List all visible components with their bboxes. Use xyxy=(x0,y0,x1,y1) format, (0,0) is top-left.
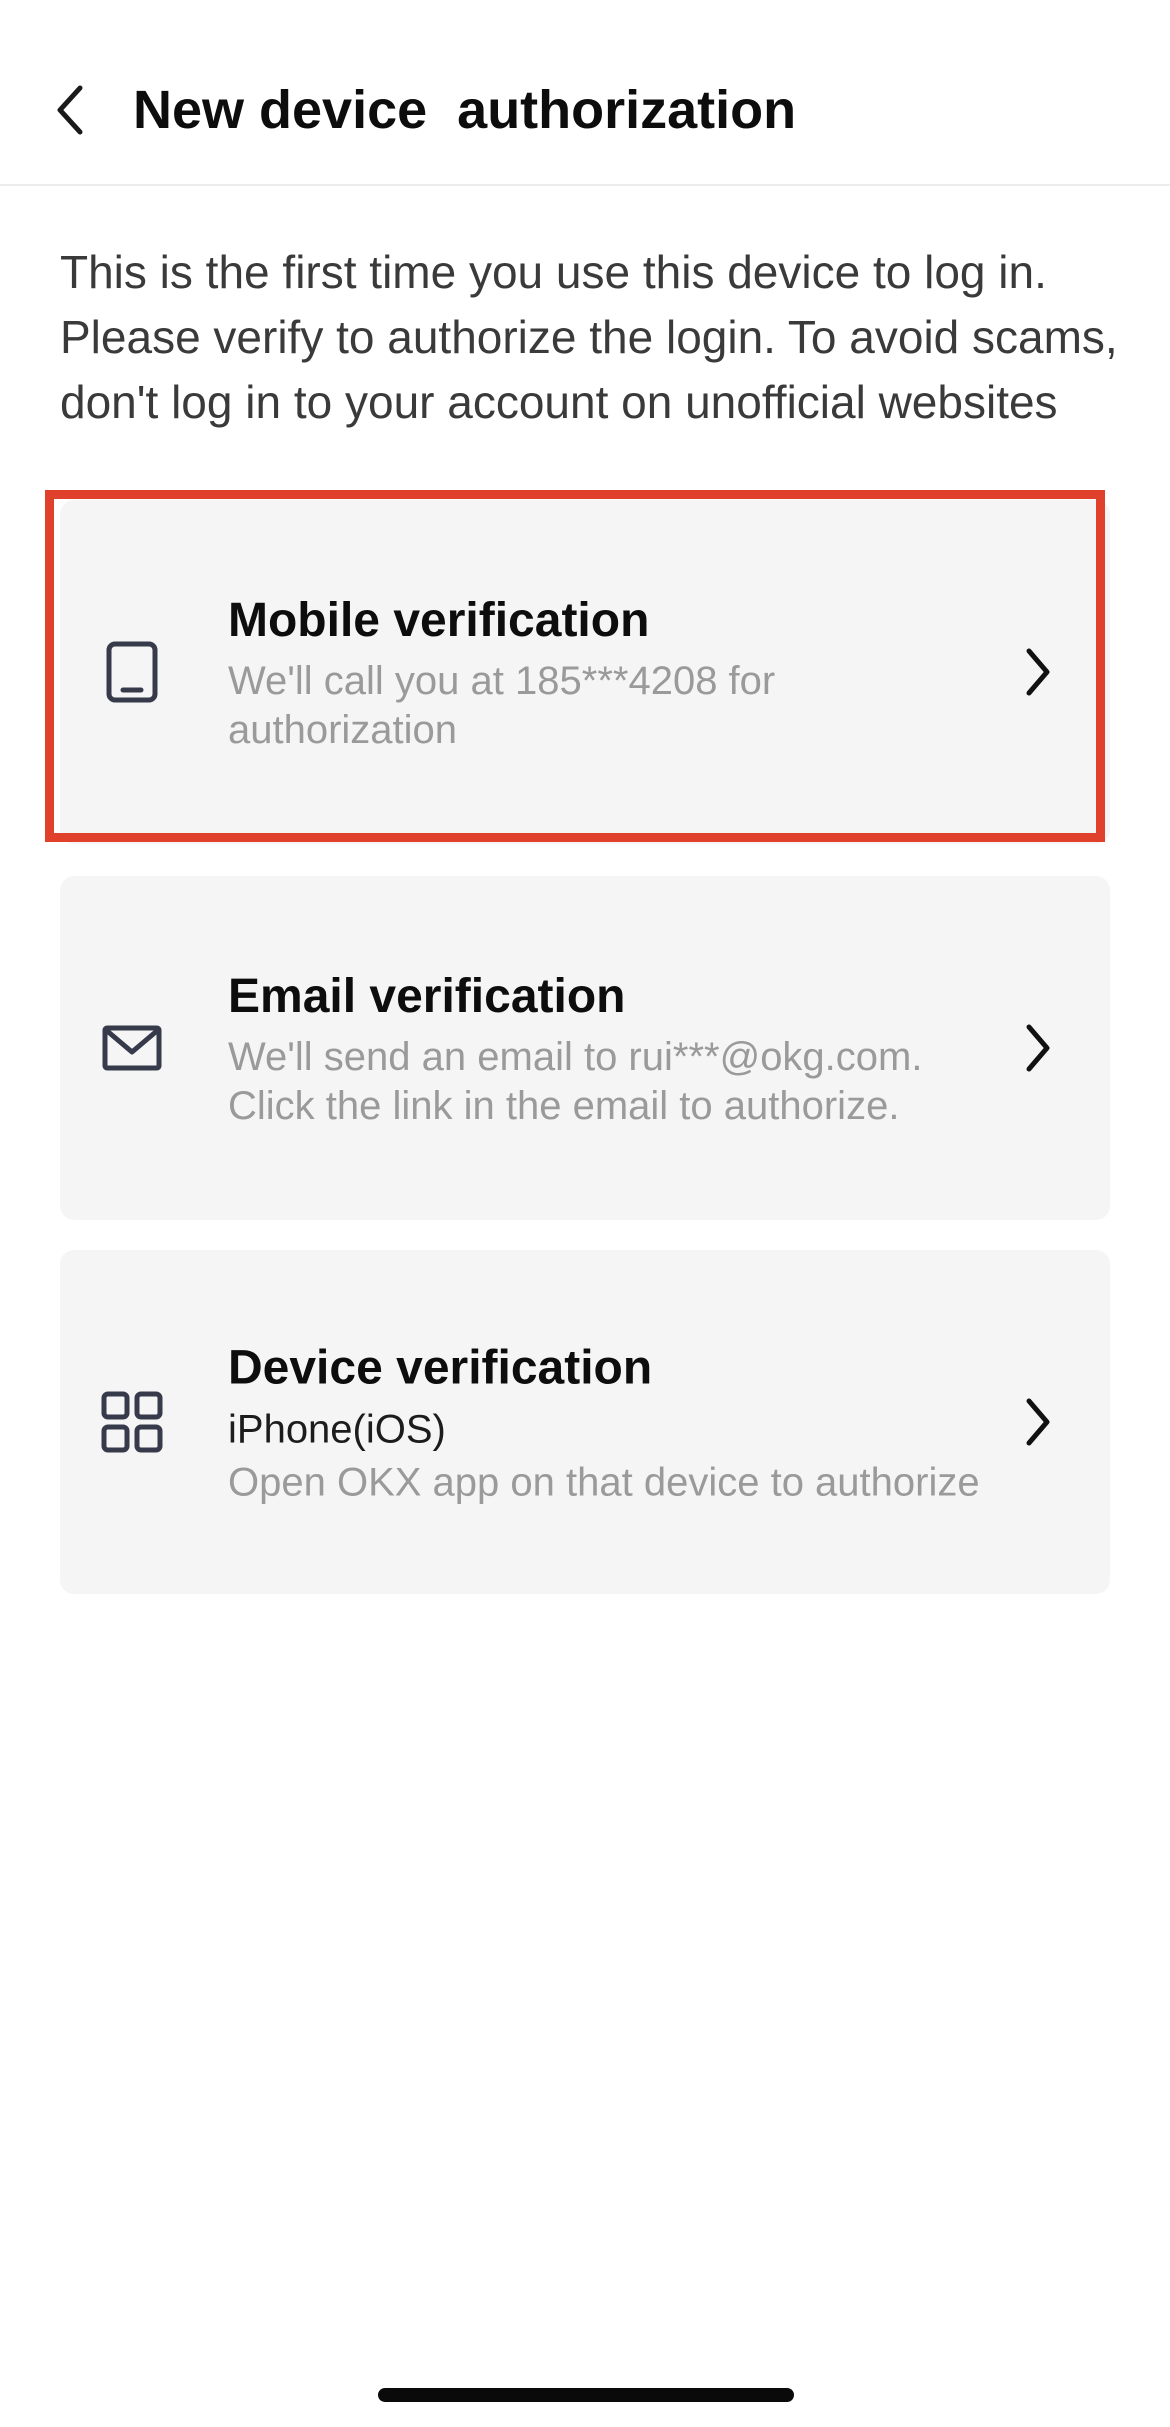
email-verification-option[interactable]: Email verification We'll send an email t… xyxy=(60,876,1110,1220)
chevron-right-icon xyxy=(1018,640,1058,704)
option-description: Open OKX app on that device to authorize xyxy=(228,1460,980,1505)
chevron-right-icon xyxy=(1018,1390,1058,1454)
option-title: Device verification xyxy=(228,1341,653,1395)
grid-icon xyxy=(96,1386,168,1458)
option-text: Device verification iPhone(iOS) Open OKX… xyxy=(228,1337,988,1508)
back-button[interactable] xyxy=(40,70,100,150)
intro-text: This is the first time you use this devi… xyxy=(60,246,1118,428)
option-title: Email verification xyxy=(228,970,626,1023)
envelope-icon xyxy=(96,1012,168,1084)
chevron-right-icon xyxy=(1018,1016,1058,1080)
home-indicator[interactable] xyxy=(378,2388,794,2402)
option-title: Mobile verification xyxy=(228,594,650,647)
page-title: New device authorization xyxy=(133,80,797,140)
screen: New device authorization This is the fir… xyxy=(0,0,1170,2427)
mobile-verification-option[interactable]: Mobile verification We'll call you at 18… xyxy=(60,500,1110,844)
app-header: New device authorization xyxy=(0,0,1170,186)
option-description: We'll call you at 185***4208 for authori… xyxy=(228,659,776,752)
device-name: iPhone(iOS) xyxy=(228,1407,446,1452)
tablet-icon xyxy=(96,636,168,708)
device-verification-option[interactable]: Device verification iPhone(iOS) Open OKX… xyxy=(60,1250,1110,1594)
option-text: Mobile verification We'll call you at 18… xyxy=(228,589,988,755)
option-description: We'll send an email to rui***@okg.com. C… xyxy=(228,1035,923,1128)
chevron-left-icon xyxy=(57,85,83,135)
option-text: Email verification We'll send an email t… xyxy=(228,965,988,1131)
